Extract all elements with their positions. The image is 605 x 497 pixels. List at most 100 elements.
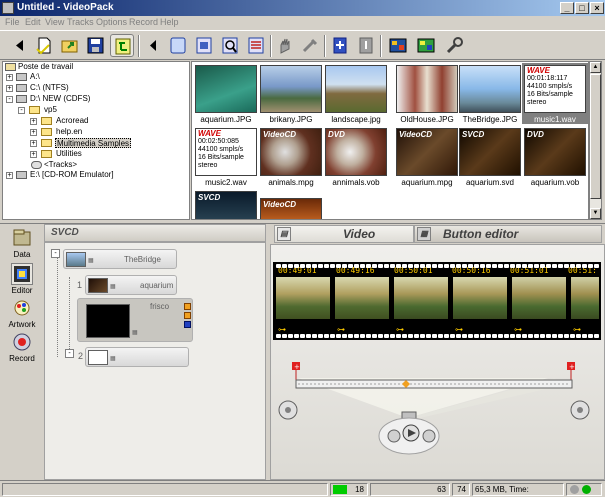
thumbnail-caption[interactable]: aquarium.mpg: [394, 178, 460, 187]
thumbnail-caption[interactable]: landscape.jpg: [323, 115, 389, 124]
tree-item-tracks[interactable]: <Tracks>: [44, 160, 77, 170]
thumbnails-scrollbar[interactable]: ▲ ▼: [589, 61, 602, 220]
film-strip[interactable]: 00:49:01 00:49:16 00:50:01 00:50:16 00:5…: [273, 262, 601, 340]
menu-options[interactable]: Options: [96, 17, 127, 27]
menu-tracks[interactable]: Tracks: [67, 17, 94, 27]
back-arrow-icon[interactable]: [8, 34, 32, 57]
thumbnail-image[interactable]: [195, 65, 257, 113]
thumbnail-video[interactable]: SVCD: [459, 128, 521, 176]
collapse-icon[interactable]: -: [51, 249, 60, 258]
track-node-empty[interactable]: ▦: [85, 347, 189, 367]
thumbnail-wave[interactable]: WAVE 00:02:50:085 44100 smpls/s 16 Bits/…: [195, 128, 257, 176]
thumbnail-video[interactable]: VideoCD: [260, 198, 322, 219]
thumbnail-caption[interactable]: OldHouse.JPG: [394, 115, 460, 124]
tree-item-help-en[interactable]: help.en: [56, 127, 82, 137]
collapse-icon[interactable]: -: [6, 96, 13, 103]
expand-icon[interactable]: +: [30, 140, 37, 147]
thumbnail-image[interactable]: [260, 65, 322, 113]
menu-node-frisco[interactable]: ▦ frisco: [77, 298, 193, 342]
tree-item-c[interactable]: C:\ (NTFS): [30, 83, 69, 93]
new-document-icon[interactable]: [32, 34, 56, 57]
thumbnail-caption[interactable]: aquarium.JPG: [193, 115, 259, 124]
back-arrow-icon[interactable]: [142, 34, 166, 57]
expand-icon[interactable]: +: [30, 129, 37, 136]
thumbnail-video[interactable]: VideoCD: [260, 128, 322, 176]
menu-node-thebridge[interactable]: ▦ TheBridge: [63, 249, 177, 269]
file-thumbnails[interactable]: aquarium.JPG brikany.JPG landscape.jpg O…: [191, 61, 589, 220]
tree-item-multimedia-samples[interactable]: Multimedia Samples: [55, 138, 132, 148]
expand-icon[interactable]: +: [6, 74, 13, 81]
node-button-icon[interactable]: [184, 303, 191, 310]
tree-item-e[interactable]: E:\ [CD-ROM Emulator]: [30, 170, 114, 180]
tree-item-utilities[interactable]: Utilities: [56, 149, 82, 159]
video-frame[interactable]: [393, 276, 449, 320]
tree-item-vp5[interactable]: vp5: [44, 105, 57, 115]
nav-record[interactable]: Record: [2, 330, 42, 368]
save-disk-icon[interactable]: [84, 34, 108, 57]
menu-help[interactable]: Help: [160, 17, 179, 27]
collapse-icon[interactable]: -: [18, 107, 25, 114]
menu-view[interactable]: View: [45, 17, 64, 27]
thumbnail-image[interactable]: [459, 65, 521, 113]
thumbnail-caption[interactable]: music2.wav: [193, 178, 259, 187]
collapse-icon[interactable]: -: [65, 349, 74, 358]
menu-record[interactable]: Record: [129, 17, 158, 27]
node-button-icon[interactable]: [184, 321, 191, 328]
thumbnail-video[interactable]: SVCD: [195, 191, 257, 219]
hand-icon[interactable]: [274, 34, 298, 57]
video-frame[interactable]: [334, 276, 390, 320]
thumbnail-caption-selected[interactable]: music1.wav: [522, 115, 588, 124]
expand-icon[interactable]: +: [6, 85, 13, 92]
thumbnail-caption[interactable]: TheBridge.JPG: [457, 115, 523, 124]
blank-page-icon[interactable]: [166, 34, 190, 57]
thumbnail-wave[interactable]: WAVE 00:01:18:117 44100 smpls/s 16 Bits/…: [522, 63, 588, 115]
expand-icon[interactable]: +: [30, 151, 37, 158]
track-node-aquarium[interactable]: ▦ aquarium: [85, 275, 177, 295]
thumbnail-image[interactable]: [325, 65, 387, 113]
thumbnail-video[interactable]: DVD: [325, 128, 387, 176]
thumbnail-caption[interactable]: animals.mpg: [258, 178, 324, 187]
properties-icon[interactable]: [244, 34, 268, 57]
video-frame[interactable]: [511, 276, 567, 320]
svcd-structure[interactable]: - ▦ TheBridge 1 ▦ aquarium ▦ frisco - 2 …: [44, 242, 266, 480]
scroll-up-icon[interactable]: ▲: [590, 62, 601, 73]
add-page-icon[interactable]: [328, 34, 352, 57]
scroll-down-icon[interactable]: ▼: [590, 208, 601, 219]
tab-button-editor[interactable]: ▦ Button editor: [414, 225, 602, 243]
thumbnail-caption[interactable]: aquarium.vob: [522, 178, 588, 187]
menu-file[interactable]: File: [5, 17, 20, 27]
thumbnail-caption[interactable]: annimals.vob: [323, 178, 389, 187]
minimize-button[interactable]: _: [560, 2, 574, 14]
expand-icon[interactable]: +: [30, 118, 37, 125]
rewind-icon[interactable]: [387, 429, 401, 443]
menu-edit[interactable]: Edit: [25, 17, 41, 27]
node-button-icon[interactable]: [184, 312, 191, 319]
nav-editor[interactable]: Editor: [2, 262, 42, 300]
video-frame[interactable]: [452, 276, 508, 320]
video-frame[interactable]: [275, 276, 331, 320]
tab-video[interactable]: ▤ Video: [274, 225, 414, 243]
remove-page-icon[interactable]: [354, 34, 378, 57]
thumbnail-caption[interactable]: brikany.JPG: [258, 115, 324, 124]
folder-tree[interactable]: Poste de travail + A:\ + C:\ (NTFS) - D:…: [2, 61, 190, 220]
tree-item-d[interactable]: D:\ NEW (CDFS): [30, 94, 90, 104]
expand-icon[interactable]: +: [6, 172, 13, 179]
app-icon[interactable]: [2, 2, 14, 14]
close-button[interactable]: ×: [590, 2, 604, 14]
settings-icon[interactable]: [414, 34, 438, 57]
nav-artwork[interactable]: Artwork: [2, 296, 42, 334]
tools-icon[interactable]: [298, 34, 322, 57]
video-frame[interactable]: [570, 276, 600, 320]
zoom-icon[interactable]: [422, 429, 436, 443]
tree-root[interactable]: Poste de travail: [18, 62, 73, 72]
thumbnail-caption[interactable]: aquarium.svd: [457, 178, 523, 187]
tree-item-a[interactable]: A:\: [30, 72, 40, 82]
thumbnail-image[interactable]: [396, 65, 458, 113]
tree-item-acroread[interactable]: Acroread: [56, 116, 88, 126]
wrench-icon[interactable]: [442, 34, 466, 57]
trim-timeline[interactable]: + +: [270, 340, 605, 480]
network-icon[interactable]: [110, 34, 134, 57]
zoom-icon[interactable]: [218, 34, 242, 57]
open-folder-icon[interactable]: [58, 34, 82, 57]
slideshow-icon[interactable]: [386, 34, 410, 57]
